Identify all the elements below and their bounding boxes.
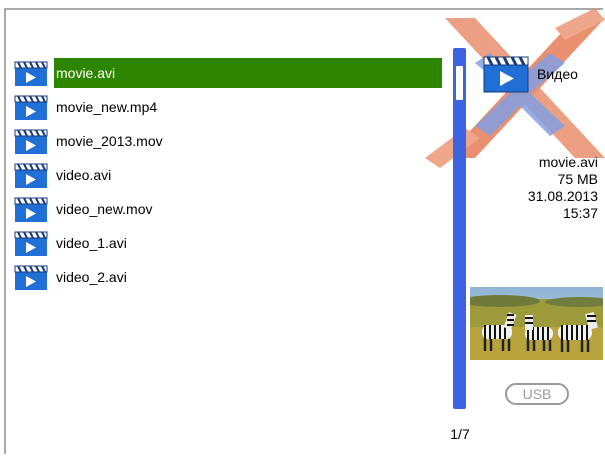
scroll-thumb[interactable] bbox=[456, 66, 463, 100]
video-file-icon bbox=[14, 197, 48, 222]
detail-time: 15:37 bbox=[562, 205, 598, 221]
file-row-movie-2013-mov[interactable]: movie_2013.mov bbox=[14, 126, 444, 158]
usb-source-badge[interactable]: USB bbox=[505, 383, 569, 405]
file-row-video-new-mov[interactable]: video_new.mov bbox=[14, 194, 444, 226]
file-name: video.avi bbox=[56, 167, 112, 183]
video-file-icon bbox=[14, 129, 48, 154]
file-row-video-avi[interactable]: video.avi bbox=[14, 160, 444, 192]
detail-date: 31.08.2013 bbox=[527, 188, 598, 204]
clapperboard-icon bbox=[483, 56, 529, 93]
file-name: movie_new.mp4 bbox=[56, 99, 158, 115]
file-row-video-2-avi[interactable]: video_2.avi bbox=[14, 262, 444, 294]
file-name: video_new.mov bbox=[56, 201, 153, 217]
file-details: movie.avi 75 MB 31.08.2013 15:37 bbox=[528, 154, 598, 222]
zebras-thumbnail bbox=[470, 287, 603, 360]
file-name: video_1.avi bbox=[56, 235, 127, 251]
detail-size: 75 MB bbox=[557, 171, 598, 187]
file-row-movie-new-mp4[interactable]: movie_new.mp4 bbox=[14, 92, 444, 124]
scrollbar[interactable] bbox=[453, 48, 466, 409]
category-label: Видео bbox=[537, 66, 578, 82]
video-file-icon bbox=[14, 231, 48, 256]
video-file-icon bbox=[14, 95, 48, 120]
file-name: video_2.avi bbox=[56, 269, 127, 285]
detail-filename: movie.avi bbox=[538, 154, 598, 170]
file-name: movie.avi bbox=[54, 58, 442, 88]
file-name: movie_2013.mov bbox=[56, 133, 163, 149]
page-counter: 1/7 bbox=[450, 426, 470, 442]
file-row-video-1-avi[interactable]: video_1.avi bbox=[14, 228, 444, 260]
video-file-icon bbox=[14, 61, 48, 86]
file-row-movie-avi[interactable]: movie.avi bbox=[14, 58, 444, 90]
video-file-icon bbox=[14, 163, 48, 188]
video-file-icon bbox=[14, 265, 48, 290]
